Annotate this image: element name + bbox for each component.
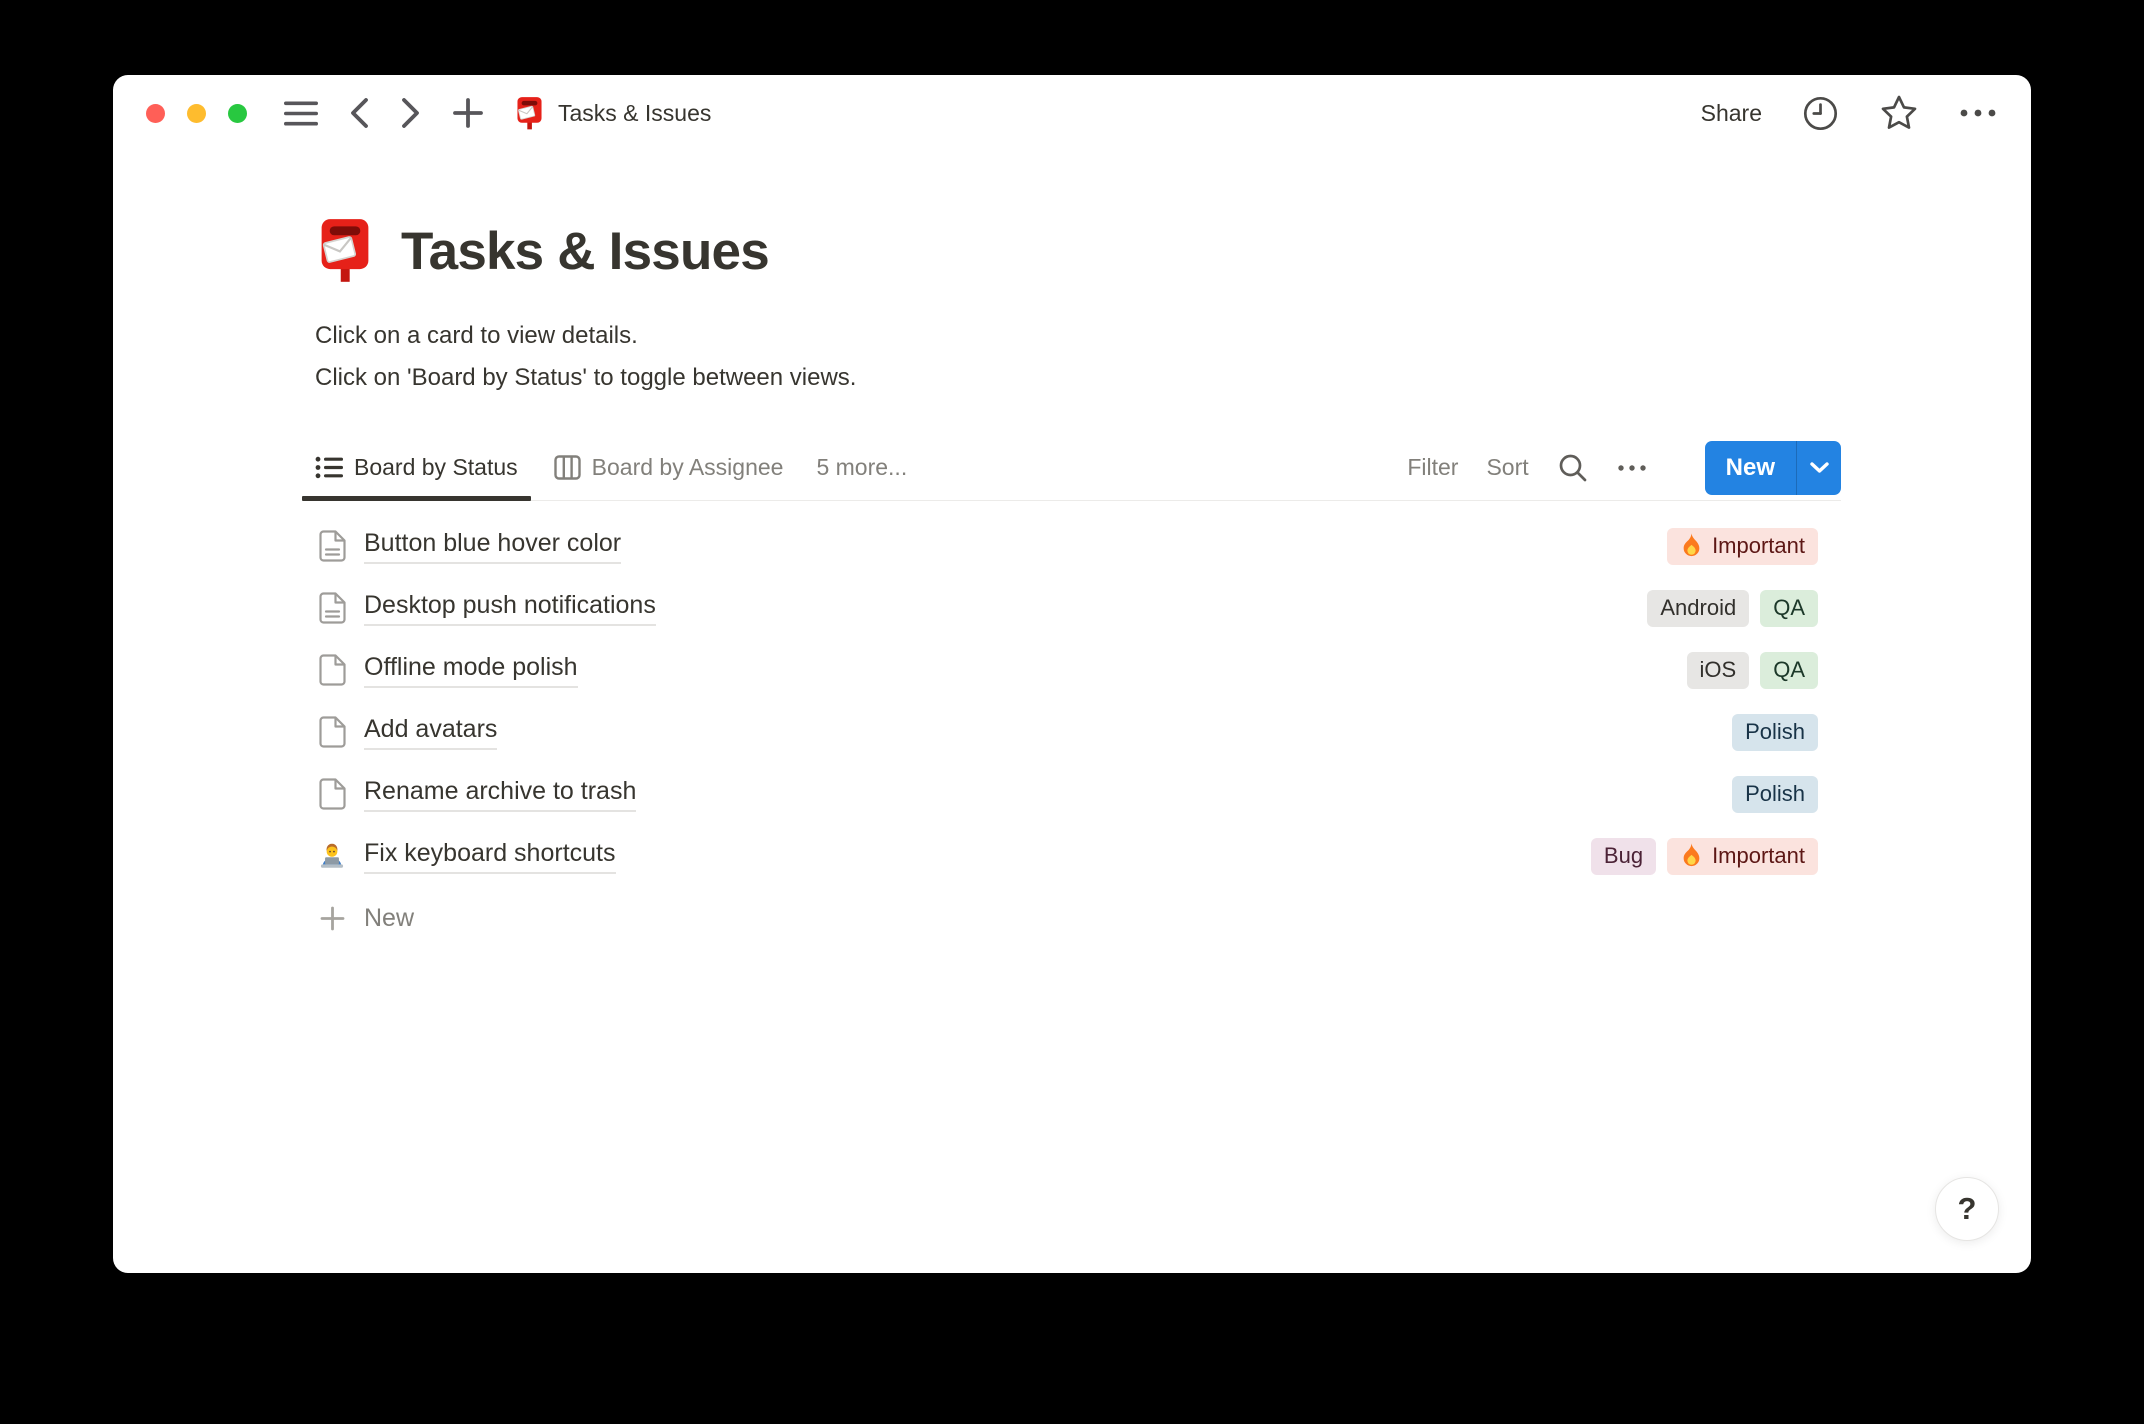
forward-icon[interactable] <box>400 97 422 129</box>
description-line: Click on 'Board by Status' to toggle bet… <box>315 364 857 391</box>
task-title[interactable]: Add avatars <box>364 715 498 750</box>
table-row[interactable]: Fix keyboard shortcuts Bug Important <box>315 825 1841 887</box>
breadcrumb-title: Tasks & Issues <box>558 99 712 126</box>
add-new-row-button[interactable]: New <box>315 887 1841 949</box>
clock-icon[interactable] <box>1802 95 1839 132</box>
zoom-window-button[interactable] <box>228 103 247 123</box>
postbox-icon[interactable] <box>315 217 375 285</box>
tab-board-by-assignee[interactable]: Board by Assignee <box>541 435 797 500</box>
status-badge[interactable]: Polish <box>1732 775 1818 813</box>
tab-board-by-status[interactable]: Board by Status <box>302 435 531 501</box>
status-badge[interactable]: QA <box>1760 589 1818 627</box>
hamburger-icon[interactable] <box>284 100 318 127</box>
tag-label: Important <box>1712 843 1805 868</box>
view-bar: Board by Status Board by Assignee 5 more… <box>302 435 1841 501</box>
tag-label: Bug <box>1603 843 1644 868</box>
tab-label: Board by Status <box>354 454 518 480</box>
titlebar-nav <box>284 97 484 129</box>
page-description: Click on a card to view details. Click o… <box>315 315 1841 399</box>
search-icon[interactable] <box>1557 452 1589 484</box>
tag-group: Bug Important <box>1590 837 1818 875</box>
tab-more-views[interactable]: 5 more... <box>806 435 917 500</box>
tag-label: Polish <box>1745 781 1805 806</box>
task-title[interactable]: Fix keyboard shortcuts <box>364 839 616 874</box>
status-badge[interactable]: Bug <box>1590 837 1657 875</box>
new-tab-plus-icon[interactable] <box>452 97 484 129</box>
titlebar-actions: Share <box>1701 94 1997 132</box>
add-new-row-label: New <box>364 903 415 932</box>
table-row[interactable]: Rename archive to trash Polish <box>315 763 1841 825</box>
view-actions: Filter Sort New <box>1407 440 1841 495</box>
ellipsis-icon[interactable] <box>1959 108 1997 118</box>
filter-button[interactable]: Filter <box>1407 454 1458 481</box>
document-text-icon <box>317 530 347 562</box>
new-button-label[interactable]: New <box>1705 441 1796 495</box>
minimize-window-button[interactable] <box>187 103 206 123</box>
help-button[interactable]: ? <box>1935 1177 1999 1241</box>
table-row[interactable]: Desktop push notifications Android QA <box>315 577 1841 639</box>
list-view-icon <box>315 455 343 480</box>
postbox-icon <box>514 96 545 131</box>
tag-group: Polish <box>1732 713 1818 751</box>
app-window: Tasks & Issues Share Tasks & Issues Clic… <box>113 75 2031 1273</box>
sort-button[interactable]: Sort <box>1486 454 1528 481</box>
table-row[interactable]: Add avatars Polish <box>315 701 1841 763</box>
ellipsis-icon[interactable] <box>1617 464 1647 472</box>
tag-label: QA <box>1773 657 1805 682</box>
table-row[interactable]: Button blue hover color Important <box>315 515 1841 577</box>
status-badge[interactable]: QA <box>1760 651 1818 689</box>
task-title[interactable]: Offline mode polish <box>364 653 578 688</box>
tag-label: Important <box>1712 533 1805 558</box>
task-list: Button blue hover color Important Deskto… <box>315 515 1841 949</box>
chevron-down-icon[interactable] <box>1797 441 1841 495</box>
breadcrumb[interactable]: Tasks & Issues <box>514 96 711 131</box>
task-title[interactable]: Rename archive to trash <box>364 777 637 812</box>
traffic-lights <box>146 103 247 123</box>
star-icon[interactable] <box>1879 94 1919 132</box>
tag-label: Android <box>1660 595 1737 620</box>
status-badge[interactable]: Polish <box>1732 713 1818 751</box>
page-content: Tasks & Issues Click on a card to view d… <box>302 217 1841 949</box>
tag-group: iOS QA <box>1686 651 1818 689</box>
document-blank-icon <box>317 716 347 748</box>
tag-group: Important <box>1667 527 1818 565</box>
board-view-icon <box>553 455 581 480</box>
share-button[interactable]: Share <box>1701 100 1762 127</box>
tag-label: Polish <box>1745 719 1805 744</box>
table-row[interactable]: Offline mode polish iOS QA <box>315 639 1841 701</box>
view-tabs: Board by Status Board by Assignee 5 more… <box>302 435 917 501</box>
fire-icon <box>1683 533 1700 557</box>
tag-group: Polish <box>1732 775 1818 813</box>
plus-icon <box>317 905 347 932</box>
tab-label: Board by Assignee <box>591 454 784 480</box>
fire-icon <box>1683 843 1700 867</box>
technologist-icon <box>317 841 347 872</box>
new-button[interactable]: New <box>1704 440 1841 495</box>
status-badge[interactable]: iOS <box>1686 651 1750 689</box>
tag-label: iOS <box>1699 657 1737 682</box>
page-header: Tasks & Issues <box>315 217 1841 285</box>
description-line: Click on a card to view details. <box>315 322 638 349</box>
status-badge[interactable]: Important <box>1667 527 1818 565</box>
tag-group: Android QA <box>1647 589 1818 627</box>
titlebar: Tasks & Issues Share <box>113 75 2031 151</box>
document-blank-icon <box>317 778 347 810</box>
page-title: Tasks & Issues <box>401 221 770 281</box>
task-title[interactable]: Button blue hover color <box>364 529 622 564</box>
tag-label: QA <box>1773 595 1805 620</box>
status-badge[interactable]: Android <box>1647 589 1750 627</box>
document-text-icon <box>317 592 347 624</box>
close-window-button[interactable] <box>146 103 165 123</box>
status-badge[interactable]: Important <box>1667 837 1818 875</box>
document-blank-icon <box>317 654 347 686</box>
back-icon[interactable] <box>348 97 370 129</box>
task-title[interactable]: Desktop push notifications <box>364 591 656 626</box>
